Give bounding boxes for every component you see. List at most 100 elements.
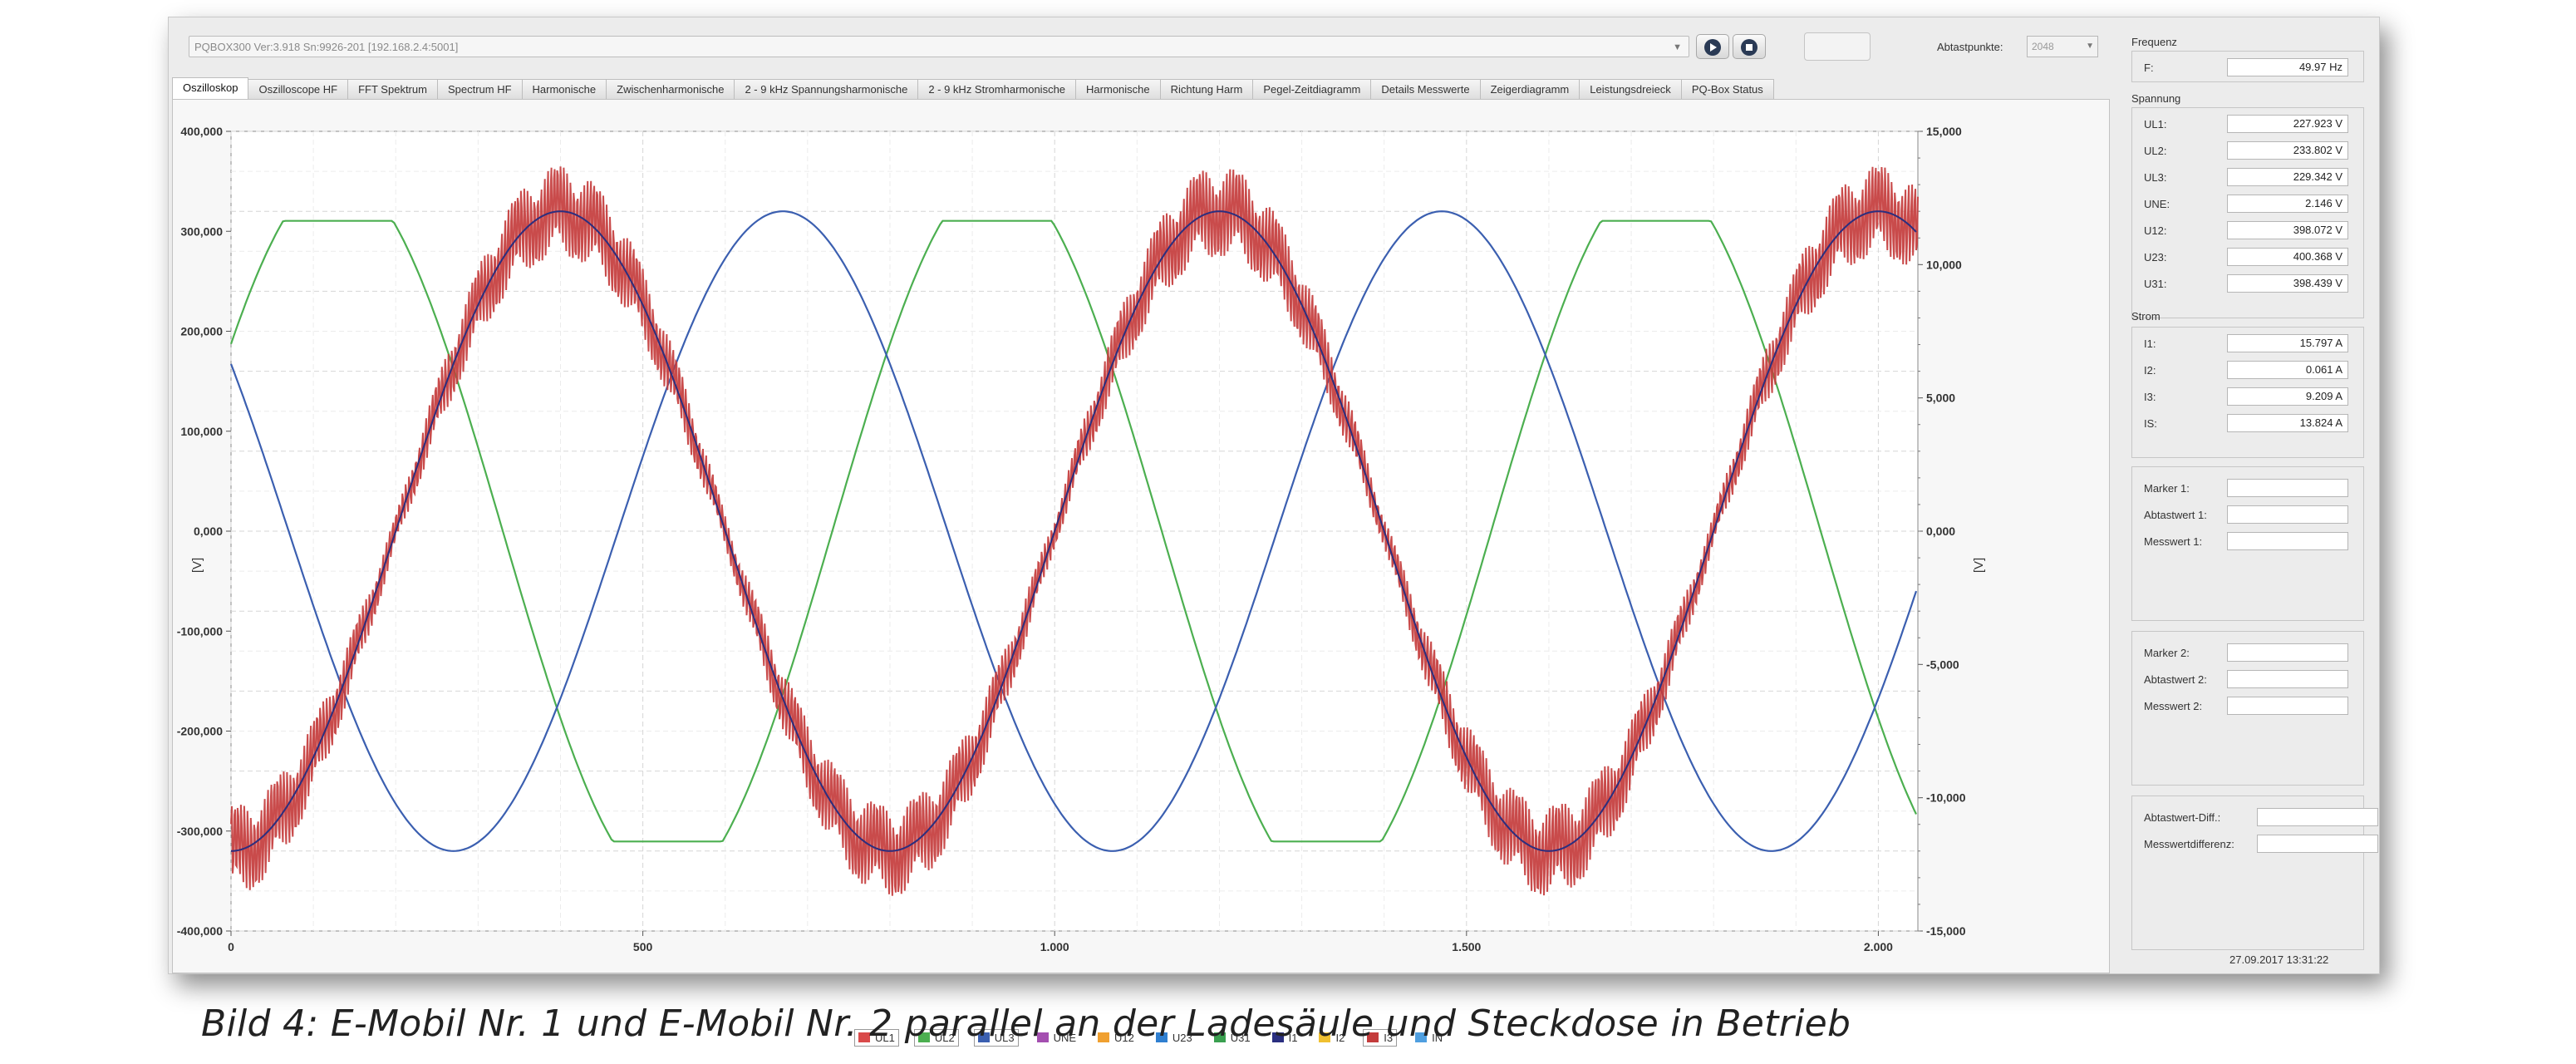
- spannung-value: 2.146 V: [2227, 195, 2348, 213]
- tab-harmonische[interactable]: Harmonische: [521, 79, 607, 99]
- strom-label: IS:: [2144, 417, 2157, 430]
- y-tick-label: -100,000: [177, 624, 223, 638]
- diff-input[interactable]: [2257, 808, 2378, 826]
- spannung-value: 233.802 V: [2227, 141, 2348, 160]
- spannung-label: UL2:: [2144, 145, 2167, 157]
- spannung-value: 400.368 V: [2227, 248, 2348, 266]
- strom-title: Strom: [2131, 310, 2161, 323]
- spannung-label: U12:: [2144, 224, 2167, 237]
- frequenz-title: Frequenz: [2131, 36, 2177, 48]
- y2-tick-label: 15,000: [1926, 125, 1962, 138]
- spannung-title: Spannung: [2131, 92, 2181, 105]
- y2-tick-label: 5,000: [1926, 392, 1955, 405]
- tab-oszilloskop[interactable]: Oszilloskop: [172, 77, 249, 99]
- y-tick-label: -300,000: [177, 825, 223, 838]
- spannung-row: U12: 398.072 V: [2132, 221, 2363, 241]
- figure-caption: Bild 4: E-Mobil Nr. 1 und E-Mobil Nr. 2 …: [201, 1002, 1851, 1045]
- y-tick-label: 200,000: [180, 325, 223, 338]
- tab-pq-box-status[interactable]: PQ-Box Status: [1680, 79, 1774, 99]
- tab-oszilloscope-hf[interactable]: Oszilloscope HF: [248, 79, 349, 99]
- spannung-label: UL1:: [2144, 118, 2167, 131]
- tab-zwischenharmonische[interactable]: Zwischenharmonische: [606, 79, 735, 99]
- tab-leistungsdreieck[interactable]: Leistungsdreieck: [1579, 79, 1682, 99]
- tab-fft-spektrum[interactable]: FFT Spektrum: [347, 79, 438, 99]
- marker1-row: Messwert 1:: [2132, 532, 2363, 552]
- marker2-input[interactable]: [2227, 670, 2348, 688]
- marker2-input[interactable]: [2227, 697, 2348, 715]
- x-tick-label: 1.500: [1452, 940, 1481, 953]
- strom-label: I3:: [2144, 391, 2156, 403]
- diff-input[interactable]: [2257, 835, 2378, 853]
- spannung-label: U31:: [2144, 278, 2167, 290]
- marker2-label: Messwert 2:: [2144, 700, 2203, 712]
- marker2-input[interactable]: [2227, 643, 2348, 662]
- abtastpunkte-select[interactable]: 2048 ▼: [2027, 36, 2098, 57]
- spannung-row: U31: 398.439 V: [2132, 274, 2363, 294]
- marker2-label: Abtastwert 2:: [2144, 673, 2207, 686]
- tab-spectrum-hf[interactable]: Spectrum HF: [436, 79, 523, 99]
- frequenz-row: F: 49.97 Hz: [2132, 58, 2363, 78]
- diff-row: Messwertdifferenz:: [2132, 835, 2378, 855]
- spannung-value: 227.923 V: [2227, 115, 2348, 133]
- y2-tick-label: -10,000: [1926, 791, 1966, 805]
- marker2-group: Marker 2: Abtastwert 2: Messwert 2:: [2131, 631, 2364, 786]
- spannung-group: UL1: 227.923 V UL2: 233.802 V UL3: 229.342 VU…: [2131, 107, 2364, 318]
- marker1-row: Abtastwert 1:: [2132, 505, 2363, 525]
- spannung-label: UL3:: [2144, 171, 2167, 184]
- x-tick-label: 500: [633, 940, 653, 953]
- diff-row: Abtastwert-Diff.:: [2132, 808, 2378, 828]
- y-tick-label: 300,000: [180, 224, 223, 238]
- strom-label: I2:: [2144, 364, 2156, 377]
- spannung-row: U23: 400.368 V: [2132, 248, 2363, 268]
- spannung-label: UNE:: [2144, 198, 2170, 210]
- tab-harmonische[interactable]: Harmonische: [1075, 79, 1161, 99]
- strom-label: I1:: [2144, 337, 2156, 350]
- tab-richtung-harm[interactable]: Richtung Harm: [1159, 79, 1254, 99]
- x-tick-label: 1.000: [1040, 940, 1069, 953]
- strom-value: 13.824 A: [2227, 414, 2348, 432]
- y-tick-label: 400,000: [180, 125, 223, 138]
- y-tick-label: 100,000: [180, 425, 223, 438]
- tab-2-9-khz-spannungsharmonische[interactable]: 2 - 9 kHz Spannungsharmonische: [734, 79, 919, 99]
- marker1-label: Messwert 1:: [2144, 535, 2203, 548]
- strom-row: I3: 9.209 A: [2132, 387, 2363, 407]
- y-tick-label: -200,000: [177, 725, 223, 738]
- marker1-input[interactable]: [2227, 479, 2348, 497]
- timestamp: 27.09.2017 13:31:22: [2229, 953, 2329, 966]
- play-button[interactable]: [1696, 34, 1729, 59]
- blank-button[interactable]: [1804, 32, 1871, 61]
- chart-svg: 400,000 300,000 200,000 100,000 0,000 -100,00…: [177, 125, 1986, 953]
- marker1-group: Marker 1: Abtastwert 1: Messwert 1:: [2131, 466, 2364, 621]
- diff-label: Abtastwert-Diff.:: [2144, 811, 2221, 824]
- x-tick-label: 2.000: [1864, 940, 1893, 953]
- stop-button[interactable]: [1733, 34, 1766, 59]
- device-label: PQBOX300 Ver:3.918 Sn:9926-201 [192.168.…: [194, 41, 459, 53]
- strom-value: 15.797 A: [2227, 334, 2348, 352]
- tab-pegel-zeitdiagramm[interactable]: Pegel-Zeitdiagramm: [1252, 79, 1372, 99]
- abtastpunkte-label: Abtastpunkte:: [1937, 41, 2003, 53]
- tab-2-9-khz-stromharmonische[interactable]: 2 - 9 kHz Stromharmonische: [917, 79, 1077, 99]
- y2-tick-label: -5,000: [1926, 658, 1959, 671]
- spannung-row: UL3: 229.342 V: [2132, 168, 2363, 188]
- spannung-label: U23:: [2144, 251, 2167, 264]
- marker1-input[interactable]: [2227, 505, 2348, 524]
- oscilloscope-chart[interactable]: 400,000 300,000 200,000 100,000 0,000 -100,00…: [172, 99, 2110, 1047]
- y-axis-label: [V]: [190, 558, 204, 573]
- spannung-row: UNE: 2.146 V: [2132, 195, 2363, 214]
- tab-zeigerdiagramm[interactable]: Zeigerdiagramm: [1479, 79, 1581, 99]
- marker1-input[interactable]: [2227, 532, 2348, 550]
- strom-row: IS: 13.824 A: [2132, 414, 2363, 434]
- tab-details-messwerte[interactable]: Details Messwerte: [1370, 79, 1481, 99]
- marker2-row: Abtastwert 2:: [2132, 670, 2363, 690]
- frequenz-group: F: 49.97 Hz: [2131, 51, 2364, 82]
- spannung-value: 398.439 V: [2227, 274, 2348, 293]
- y2-tick-label: 0,000: [1926, 525, 1955, 538]
- marker2-label: Marker 2:: [2144, 647, 2190, 659]
- device-select[interactable]: PQBOX300 Ver:3.918 Sn:9926-201 [192.168.…: [189, 36, 1689, 57]
- y-tick-label: -400,000: [177, 924, 223, 938]
- strom-value: 0.061 A: [2227, 361, 2348, 379]
- pq-box-window: PQBOX300 Ver:3.918 Sn:9926-201 [192.168.…: [168, 17, 2380, 1047]
- f-value: 49.97 Hz: [2227, 58, 2348, 76]
- marker1-row: Marker 1:: [2132, 479, 2363, 499]
- f-label: F:: [2144, 62, 2154, 74]
